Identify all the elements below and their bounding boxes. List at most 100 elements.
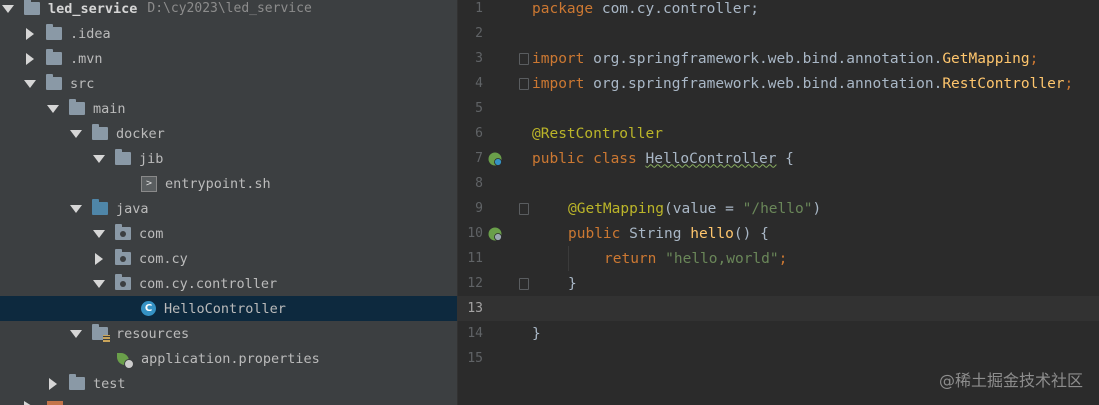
annotation-restcontroller: @RestController [532, 125, 663, 142]
project-tree-panel: led_service D:\cy2023\led_service .idea … [0, 0, 457, 405]
tree-item-label: resources [116, 325, 190, 342]
tree-row-mvn[interactable]: .mvn [0, 46, 457, 71]
chevron-right-icon[interactable] [49, 377, 57, 390]
chevron-down-icon[interactable] [93, 154, 105, 163]
code-line: 11 return "hello,world"; [458, 246, 1099, 271]
tree-row-main[interactable]: main [0, 96, 457, 121]
line-number: 10 [467, 226, 483, 241]
request-mapping-gutter-icon[interactable] [488, 227, 502, 241]
line-number: 11 [467, 251, 483, 266]
open-brace: { [776, 150, 794, 167]
watermark: @稀土掘金技术社区 [938, 371, 1083, 390]
tree-item-label: src [70, 75, 95, 92]
import-class: RestController [942, 75, 1065, 92]
code-line: 14 } [458, 321, 1099, 346]
tree-item-label: application.properties [141, 350, 320, 367]
chevron-down-icon[interactable] [70, 329, 82, 338]
tree-row-test[interactable]: test [0, 371, 457, 396]
tree-row-hellocontroller[interactable]: C HelloController [0, 296, 457, 321]
folder-icon [69, 374, 85, 390]
code-line: 12 } [458, 271, 1099, 296]
chevron-down-icon[interactable] [47, 104, 59, 113]
fold-marker-icon[interactable] [519, 53, 529, 65]
chevron-down-icon[interactable] [24, 79, 36, 88]
fold-marker-icon[interactable] [519, 278, 529, 290]
tree-item-label: HelloController [164, 300, 286, 317]
tree-row-com[interactable]: com [0, 221, 457, 246]
line-number: 3 [475, 51, 483, 66]
tree-item-label: test [93, 375, 126, 392]
semicolon: ; [1029, 50, 1039, 67]
line-number: 15 [467, 351, 483, 366]
code-line: 8 [458, 171, 1099, 196]
package-icon [115, 274, 131, 290]
tree-item-label: entrypoint.sh [165, 175, 271, 192]
line-number: 5 [475, 101, 483, 116]
indent-guide [568, 246, 569, 271]
annotation-args-close: ) [812, 200, 822, 217]
method-signature-end: () { [733, 225, 769, 242]
keyword-return: return [604, 250, 657, 267]
close-brace: } [532, 325, 541, 342]
chevron-down-icon[interactable] [70, 204, 82, 213]
method-name: hello [690, 225, 734, 242]
code-line: 1 package com.cy.controller; [458, 0, 1099, 21]
tree-row-docker[interactable]: docker [0, 121, 457, 146]
code-line: 4 import org.springframework.web.bind.an… [458, 71, 1099, 96]
chevron-down-icon[interactable] [93, 229, 105, 238]
code-line: 2 [458, 21, 1099, 46]
line-number: 6 [475, 126, 483, 141]
tree-row-resources[interactable]: resources [0, 321, 457, 346]
annotation-getmapping: @GetMapping [568, 200, 665, 217]
shell-script-icon: > [141, 175, 157, 192]
chevron-down-icon[interactable] [93, 279, 105, 288]
code-editor[interactable]: 1 package com.cy.controller; 2 3 import … [458, 0, 1099, 405]
tree-item-label: com [139, 225, 164, 242]
string-literal: "hello,world" [665, 250, 779, 267]
semicolon: ; [1064, 75, 1074, 92]
folder-icon [24, 0, 40, 15]
spring-bean-gutter-icon[interactable] [488, 152, 502, 166]
folder-icon [92, 124, 108, 140]
string-literal: "/hello" [742, 200, 813, 217]
tree-row-project-root[interactable]: led_service D:\cy2023\led_service [0, 0, 457, 21]
chevron-down-icon[interactable] [70, 129, 82, 138]
tree-row-src[interactable]: src [0, 71, 457, 96]
package-name: com.cy.controller; [593, 0, 759, 17]
chevron-down-icon[interactable] [2, 4, 14, 13]
folder-icon [46, 74, 62, 90]
keyword-public: public [568, 225, 621, 242]
folder-icon [46, 49, 62, 65]
tree-row-application-properties[interactable]: application.properties [0, 346, 457, 371]
package-icon [115, 224, 131, 240]
tree-row-com-cy-controller[interactable]: com.cy.controller [0, 271, 457, 296]
tree-item-label: com.cy.controller [139, 275, 278, 292]
annotation-args-open: (value = [664, 200, 743, 217]
chevron-right-icon[interactable] [26, 52, 34, 65]
fold-marker-icon[interactable] [519, 78, 529, 90]
fold-marker-icon[interactable] [519, 203, 529, 215]
tree-row-java[interactable]: java [0, 196, 457, 221]
tree-row-com-cy[interactable]: com.cy [0, 246, 457, 271]
keyword-package: package [532, 0, 594, 17]
close-brace: } [568, 275, 577, 292]
chevron-right-icon[interactable] [26, 27, 34, 40]
class-name: HelloController [645, 150, 777, 167]
java-class-icon: C [141, 301, 156, 316]
tree-item-label: docker [116, 125, 165, 142]
tree-row-entrypoint[interactable]: > entrypoint.sh [0, 171, 457, 196]
resources-folder-icon [92, 324, 110, 342]
tree-item-label: java [116, 200, 149, 217]
folder-icon [46, 24, 62, 40]
semicolon: ; [778, 250, 788, 267]
tree-row-idea[interactable]: .idea [0, 21, 457, 46]
line-number: 12 [467, 276, 483, 291]
import-class: GetMapping [942, 50, 1030, 67]
tree-row-jib[interactable]: jib [0, 146, 457, 171]
project-path: D:\cy2023\led_service [147, 1, 312, 16]
return-type: String [620, 225, 691, 242]
line-number: 1 [475, 1, 483, 16]
tree-item-label: main [93, 100, 126, 117]
line-number: 14 [467, 326, 483, 341]
chevron-right-icon[interactable] [95, 252, 103, 265]
